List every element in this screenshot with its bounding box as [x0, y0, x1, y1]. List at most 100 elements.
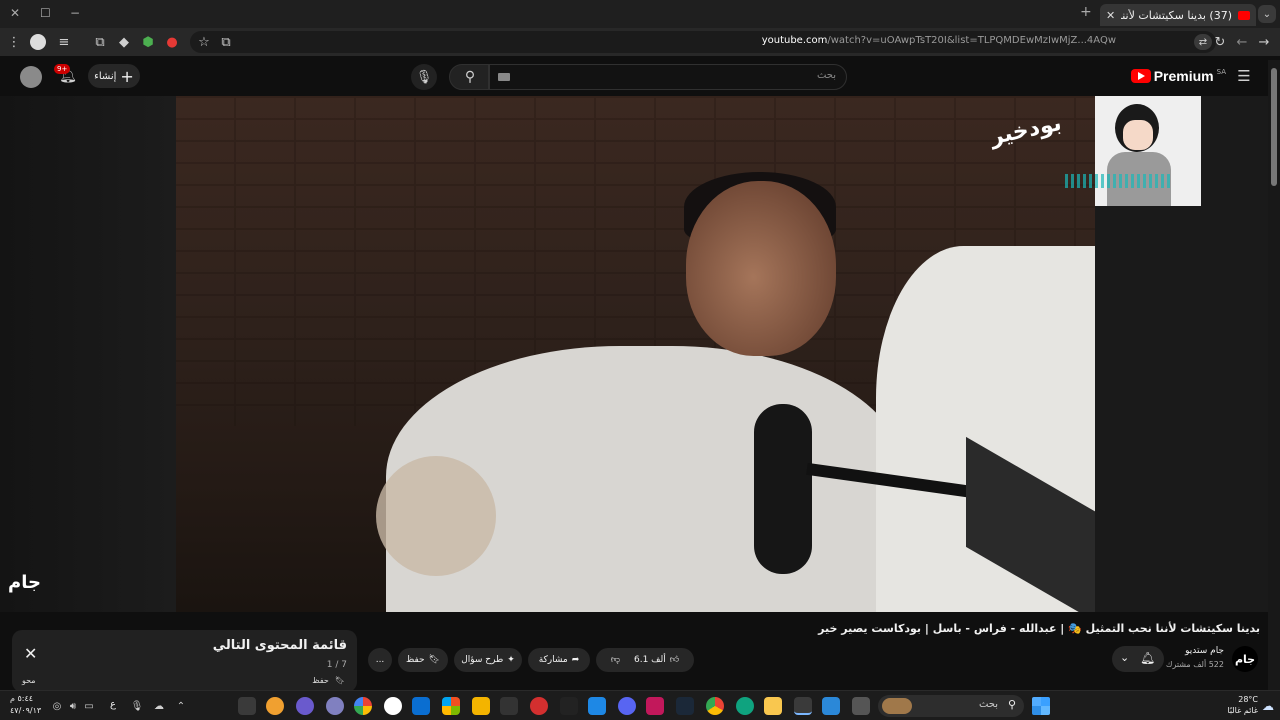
edge-icon[interactable] — [736, 697, 754, 715]
maximize-window-button[interactable]: ☐ — [40, 6, 51, 20]
address-bar: ⋮ ≡ ⧉ ◆ ⬢ ● ☆ ⧉ youtube.com/watch?v=uOAw… — [0, 28, 1280, 56]
taskbar-clock[interactable]: ٥:٤٤ م ٤٧/٠٩/١٣ — [10, 693, 41, 717]
mic-tray-icon[interactable]: 🎙︎ — [130, 699, 144, 713]
search-icon: ⚲ — [464, 69, 476, 85]
avatar[interactable] — [20, 66, 42, 88]
share-label: مشاركة — [538, 655, 568, 665]
mail-icon[interactable] — [588, 697, 606, 715]
country-code: SA — [1216, 68, 1226, 76]
close-tab-icon[interactable]: ✕ — [1106, 9, 1115, 22]
notification-badge: 9+ — [54, 64, 71, 74]
video-frame — [176, 96, 1095, 612]
video-left-blur — [0, 96, 176, 612]
like-dislike-group: 👎︎ 6.1 ألف 👍︎ — [596, 648, 694, 672]
tray-overflow-icon[interactable]: ⌃ — [174, 699, 188, 713]
ask-question-button[interactable]: طرح سؤال ✦ — [454, 648, 522, 672]
more-icon: ... — [375, 655, 385, 665]
file-explorer-icon[interactable] — [764, 697, 782, 715]
hamburger-menu-icon[interactable]: ☰ — [1234, 66, 1254, 86]
wifi-icon[interactable]: ◎ — [50, 699, 64, 713]
app-color-wheel-icon[interactable] — [354, 697, 372, 715]
app-settings-icon[interactable] — [238, 697, 256, 715]
more-actions-button[interactable]: ... — [368, 648, 392, 672]
app-yellow-icon[interactable] — [472, 697, 490, 715]
channel-avatar[interactable]: جام — [1232, 646, 1258, 672]
clock-date: ٤٧/٠٩/١٣ — [10, 706, 42, 715]
queue-count: 1 / 7 — [326, 660, 347, 670]
store-bag-icon[interactable] — [822, 697, 840, 715]
epic-games-icon[interactable] — [500, 697, 518, 715]
new-tab-button[interactable]: + — [1080, 4, 1092, 20]
tab-title: (37) بدينا سكيتشات لأننا نحب... — [1121, 8, 1232, 22]
voice-search-button[interactable]: 🎙︎ — [411, 64, 437, 90]
app-red-icon[interactable] — [530, 697, 548, 715]
tab-search-icon[interactable]: ⌄ — [1258, 5, 1276, 23]
youtube-favicon-icon — [1238, 10, 1250, 20]
sparkle-icon: ✦ — [507, 655, 515, 665]
back-icon[interactable]: → — [1256, 34, 1272, 50]
omnibox[interactable]: ☆ ⧉ youtube.com/watch?v=uOAwpTsT20I&list… — [190, 31, 1216, 53]
page-scrollbar[interactable] — [1268, 60, 1280, 690]
steam-icon[interactable] — [676, 697, 694, 715]
subscription-bell-button[interactable]: ⌄ 🔔︎ — [1112, 646, 1164, 672]
search-button[interactable]: ⚲ — [449, 64, 489, 90]
queue-clear-button[interactable]: محو — [22, 676, 36, 685]
browser-tab-youtube[interactable]: (37) بدينا سكيتشات لأننا نحب... ✕ — [1100, 4, 1256, 26]
queue-close-icon[interactable]: ✕ — [24, 644, 37, 663]
weather-widget[interactable]: 28°C غائم غالبًا — [1227, 694, 1258, 716]
video-info: بدينا سكيتشات لأننا نحب التمثيل 🎭 | عبدا… — [0, 612, 1280, 692]
chevron-down-icon: ⌄ — [1120, 651, 1130, 664]
chrome-icon[interactable] — [706, 697, 724, 715]
extensions-icon[interactable]: ⧉ — [92, 34, 108, 50]
share-arrow-icon: ➦ — [571, 655, 580, 665]
microsoft-store-icon[interactable] — [442, 697, 460, 715]
keyboard-icon[interactable] — [498, 73, 510, 81]
vtuber-overlay — [1065, 96, 1201, 206]
extension-shield-icon[interactable]: ⬢ — [140, 34, 156, 50]
queue-panel: ✕ قائمة المحتوى التالي 1 / 7 حفظ 🔖︎ محو — [12, 630, 357, 692]
reload-icon[interactable]: ↻ — [1212, 34, 1228, 50]
onedrive-icon[interactable]: ☁ — [152, 699, 166, 713]
app-pink-icon[interactable] — [646, 697, 664, 715]
taskbar-search-box[interactable]: بحث ⚲ — [878, 695, 1024, 717]
browser-menu-icon[interactable]: ⋮ — [6, 34, 22, 50]
task-view-icon[interactable] — [852, 697, 870, 715]
app-violet-icon[interactable] — [326, 697, 344, 715]
extension-red-icon[interactable]: ● — [164, 34, 180, 50]
app-dark-icon[interactable] — [560, 697, 578, 715]
search-input[interactable]: بحث — [489, 64, 847, 90]
like-icon[interactable]: 👍︎ — [670, 655, 679, 665]
youtube-play-icon — [1130, 69, 1151, 83]
search-placeholder: بحث — [816, 70, 836, 81]
extension-diamond-icon[interactable]: ◆ — [116, 34, 132, 50]
save-label: حفظ — [405, 655, 425, 665]
url-text: youtube.com/watch?v=uOAwpTsT20I&list=TLP… — [761, 35, 1116, 46]
app-blue-icon[interactable] — [412, 697, 430, 715]
site-settings-icon[interactable]: ⇄ — [1194, 34, 1212, 50]
create-button[interactable]: إنشاء + — [88, 64, 140, 88]
discord-icon[interactable] — [618, 697, 636, 715]
channel-name[interactable]: جام ستديو — [1185, 646, 1224, 656]
video-player[interactable]: بودخير جام — [0, 96, 1280, 612]
share-button[interactable]: مشاركة ➦ — [528, 648, 590, 672]
chrome-active-icon[interactable] — [794, 697, 812, 715]
close-window-button[interactable]: ✕ — [10, 6, 20, 20]
keyboard-language[interactable]: ع — [110, 699, 116, 710]
install-app-icon[interactable]: ⧉ — [218, 34, 234, 50]
save-button[interactable]: حفظ 🔖︎ — [398, 648, 448, 672]
reading-list-icon[interactable]: ≡ — [56, 34, 72, 50]
scrollbar-thumb[interactable] — [1271, 68, 1277, 186]
queue-save-button[interactable]: حفظ 🔖︎ — [312, 676, 345, 685]
forward-icon[interactable]: ← — [1234, 34, 1250, 50]
speaker-icon[interactable]: 🔊︎ — [66, 699, 80, 713]
windows-start-icon[interactable] — [1032, 697, 1050, 715]
app-white-icon[interactable] — [384, 697, 402, 715]
battery-icon[interactable]: ▭ — [82, 699, 96, 713]
minimize-window-button[interactable]: − — [70, 6, 80, 20]
profile-icon[interactable] — [30, 34, 46, 50]
dislike-icon[interactable]: 👎︎ — [611, 655, 620, 665]
bookmark-star-icon[interactable]: ☆ — [196, 34, 212, 50]
youtube-premium-logo[interactable]: Premium SA — [1130, 68, 1226, 84]
app-purple-icon[interactable] — [296, 697, 314, 715]
app-orange-icon[interactable] — [266, 697, 284, 715]
